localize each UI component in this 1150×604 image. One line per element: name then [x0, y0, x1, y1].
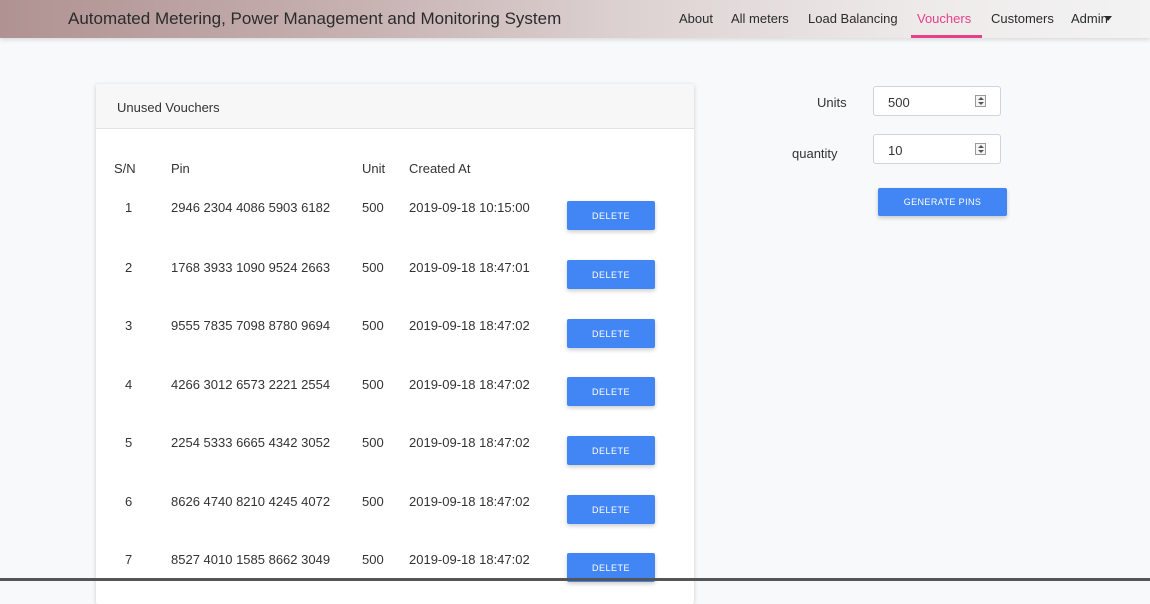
- nav-link-admin[interactable]: Admin: [1071, 11, 1108, 26]
- column-header-pin: Pin: [171, 161, 190, 176]
- cell-pin: 1768 3933 1090 9524 2663: [171, 260, 331, 275]
- cell-unit: 500: [362, 435, 384, 450]
- cell-unit: 500: [362, 494, 384, 509]
- nav-link-all-meters[interactable]: All meters: [731, 11, 789, 26]
- units-input[interactable]: 500: [873, 86, 1001, 116]
- cell-pin: 8626 4740 8210 4245 4072: [171, 494, 331, 509]
- units-input-value[interactable]: 500: [888, 95, 910, 110]
- cell-unit: 500: [362, 260, 384, 275]
- cell-pin: 2254 5333 6665 4342 3052: [171, 435, 331, 450]
- cell-created-at: 2019-09-18 18:47:02: [409, 377, 530, 392]
- cell-pin: 2946 2304 4086 5903 6182: [171, 200, 331, 215]
- cell-sn: 2: [125, 260, 133, 275]
- admin-dropdown-caret-icon[interactable]: [1104, 16, 1112, 21]
- cell-sn: 4: [125, 377, 133, 392]
- cell-sn: 5: [125, 435, 133, 450]
- cell-sn: 1: [125, 200, 133, 215]
- cell-pin: 8527 4010 1585 8662 3049: [171, 552, 331, 567]
- cell-created-at: 2019-09-18 18:47:02: [409, 552, 530, 567]
- delete-button[interactable]: DELETE: [567, 201, 655, 230]
- cell-unit: 500: [362, 318, 384, 333]
- quantity-spinner-icon[interactable]: [975, 143, 986, 155]
- card-title: Unused Vouchers: [117, 100, 220, 115]
- quantity-input-value[interactable]: 10: [888, 143, 902, 158]
- unused-vouchers-card: Unused Vouchers S/N Pin Unit Created At …: [96, 84, 694, 604]
- app-brand[interactable]: Automated Metering, Power Management and…: [68, 9, 561, 29]
- column-header-sn: S/N: [114, 161, 136, 176]
- card-header: Unused Vouchers: [96, 84, 694, 129]
- cell-created-at: 2019-09-18 18:47:01: [409, 260, 530, 275]
- cell-unit: 500: [362, 377, 384, 392]
- nav-link-load-balancing[interactable]: Load Balancing: [808, 11, 898, 26]
- delete-button[interactable]: DELETE: [567, 260, 655, 289]
- cell-created-at: 2019-09-18 18:47:02: [409, 494, 530, 509]
- cell-created-at: 2019-09-18 10:15:00: [409, 200, 530, 215]
- cell-pin: 4266 3012 6573 2221 2554: [171, 377, 331, 392]
- nav-link-about[interactable]: About: [679, 11, 713, 26]
- top-navbar: Automated Metering, Power Management and…: [0, 0, 1150, 38]
- column-header-created-at: Created At: [409, 161, 471, 176]
- units-label: Units: [817, 95, 847, 110]
- units-spinner-icon[interactable]: [975, 95, 986, 107]
- cell-pin: 9555 7835 7098 8780 9694: [171, 318, 331, 333]
- cell-sn: 7: [125, 552, 133, 567]
- cell-sn: 3: [125, 318, 133, 333]
- generate-pins-button[interactable]: GENERATE PINS: [878, 188, 1007, 216]
- quantity-label: quantity: [792, 146, 838, 161]
- column-header-unit: Unit: [362, 161, 386, 176]
- delete-button[interactable]: DELETE: [567, 495, 655, 524]
- cell-unit: 500: [362, 200, 384, 215]
- cell-created-at: 2019-09-18 18:47:02: [409, 435, 530, 450]
- quantity-input[interactable]: 10: [873, 134, 1001, 164]
- active-tab-indicator: [911, 35, 982, 38]
- cell-created-at: 2019-09-18 18:47:02: [409, 318, 530, 333]
- delete-button[interactable]: DELETE: [567, 319, 655, 348]
- delete-button[interactable]: DELETE: [567, 436, 655, 465]
- delete-button[interactable]: DELETE: [567, 377, 655, 406]
- cell-sn: 6: [125, 494, 133, 509]
- nav-link-vouchers[interactable]: Vouchers: [917, 11, 971, 26]
- nav-link-customers[interactable]: Customers: [991, 11, 1054, 26]
- cell-unit: 500: [362, 552, 384, 567]
